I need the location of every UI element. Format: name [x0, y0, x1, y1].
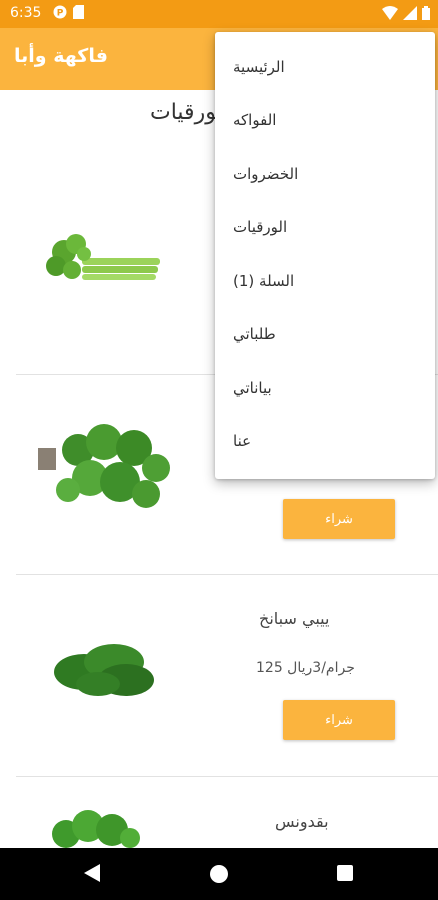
wifi-icon — [382, 6, 398, 20]
menu-item-label: الرئيسية — [233, 57, 285, 76]
divider — [16, 574, 438, 575]
back-icon[interactable] — [84, 864, 100, 882]
menu-item-leafy-greens[interactable]: الورقيات — [215, 200, 435, 253]
sd-card-icon — [73, 5, 84, 19]
menu-item-label: الفواكه — [233, 110, 277, 129]
menu-item-label: عنا — [233, 431, 252, 450]
menu-item-about[interactable]: عنا — [215, 414, 435, 467]
menu-item-label: الخضروات — [233, 164, 299, 183]
product-price: 125 جرام/3ريال — [256, 660, 355, 676]
menu-item-label: الورقيات — [233, 217, 288, 236]
overflow-menu: الرئيسية الفواكه الخضروات الورقيات السلة… — [215, 32, 435, 479]
celery-image — [46, 234, 160, 280]
divider — [16, 776, 438, 777]
home-icon[interactable] — [210, 865, 228, 883]
menu-item-home[interactable]: الرئيسية — [215, 40, 435, 93]
menu-item-label: السلة (1) — [233, 271, 295, 290]
menu-item-cart[interactable]: السلة (1) — [215, 254, 435, 307]
menu-item-vegetables[interactable]: الخضروات — [215, 147, 435, 200]
menu-item-fruits[interactable]: الفواكه — [215, 93, 435, 146]
parsley-image — [52, 810, 140, 848]
signal-icon — [403, 6, 417, 20]
status-time: 6:35 — [10, 5, 42, 21]
product-name: ييبي سبانخ — [259, 609, 330, 628]
app-notification-icon: P — [53, 5, 67, 19]
menu-item-label: طلباتي — [233, 324, 276, 343]
battery-icon — [422, 6, 430, 20]
menu-item-orders[interactable]: طلباتي — [215, 307, 435, 360]
recent-apps-icon[interactable] — [337, 865, 353, 881]
watercress-image — [38, 424, 170, 508]
buy-button[interactable]: شراء — [283, 700, 395, 740]
app-title: فاكهة وأبا — [14, 45, 108, 67]
spinach-image — [54, 644, 154, 696]
menu-item-profile[interactable]: بياناتي — [215, 361, 435, 414]
buy-button[interactable]: شراء — [283, 499, 395, 539]
status-bar: 6:35 P — [0, 0, 438, 28]
product-name: بقدونس — [275, 812, 329, 831]
system-nav-bar — [0, 848, 438, 900]
svg-text:P: P — [57, 9, 64, 19]
menu-item-label: بياناتي — [233, 378, 272, 397]
status-system-icons — [382, 6, 430, 20]
status-notifications: P — [53, 5, 84, 19]
